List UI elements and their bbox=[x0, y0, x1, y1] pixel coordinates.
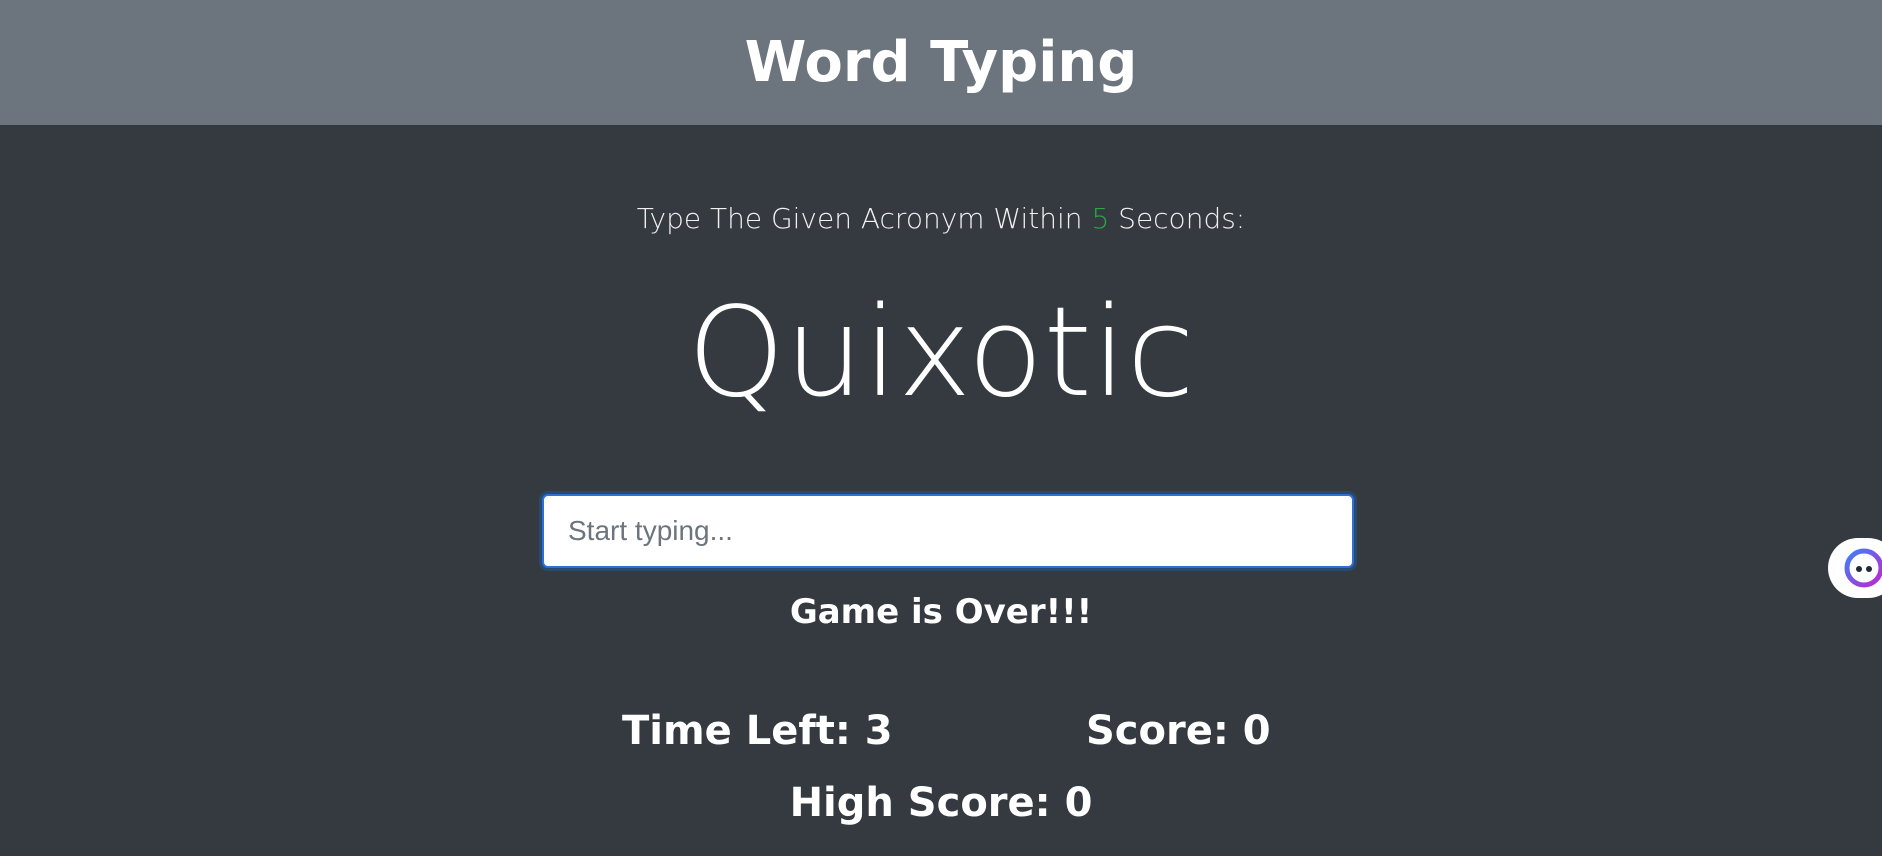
assistant-widget-button[interactable] bbox=[1828, 538, 1882, 598]
time-left-label: Time Left: bbox=[622, 708, 865, 754]
page-title: Word Typing bbox=[744, 30, 1138, 95]
game-status-message: Game is Over!!! bbox=[789, 592, 1093, 632]
assistant-face-icon bbox=[1844, 548, 1882, 588]
score-label: Score: bbox=[1086, 708, 1243, 754]
current-word: Quixotic bbox=[687, 281, 1195, 425]
time-left-display: Time Left: 3 bbox=[622, 708, 893, 754]
score-display: Score: 0 bbox=[1086, 708, 1271, 754]
instruction-text: Type The Given Acronym Within 5 Seconds: bbox=[0, 202, 1882, 235]
high-score-value: 0 bbox=[1064, 780, 1093, 826]
typing-input[interactable] bbox=[542, 494, 1354, 568]
instruction-suffix: Seconds: bbox=[1109, 202, 1246, 235]
score-value: 0 bbox=[1242, 708, 1271, 754]
instruction-prefix: Type The Given Acronym Within bbox=[636, 202, 1092, 235]
seconds-value: 5 bbox=[1091, 202, 1110, 235]
high-score-label: High Score: bbox=[789, 780, 1065, 826]
time-left-value: 3 bbox=[864, 708, 893, 754]
high-score-display: High Score: 0 bbox=[0, 780, 1882, 826]
app-header: Word Typing bbox=[0, 0, 1882, 125]
typing-input-wrapper bbox=[542, 494, 1354, 568]
